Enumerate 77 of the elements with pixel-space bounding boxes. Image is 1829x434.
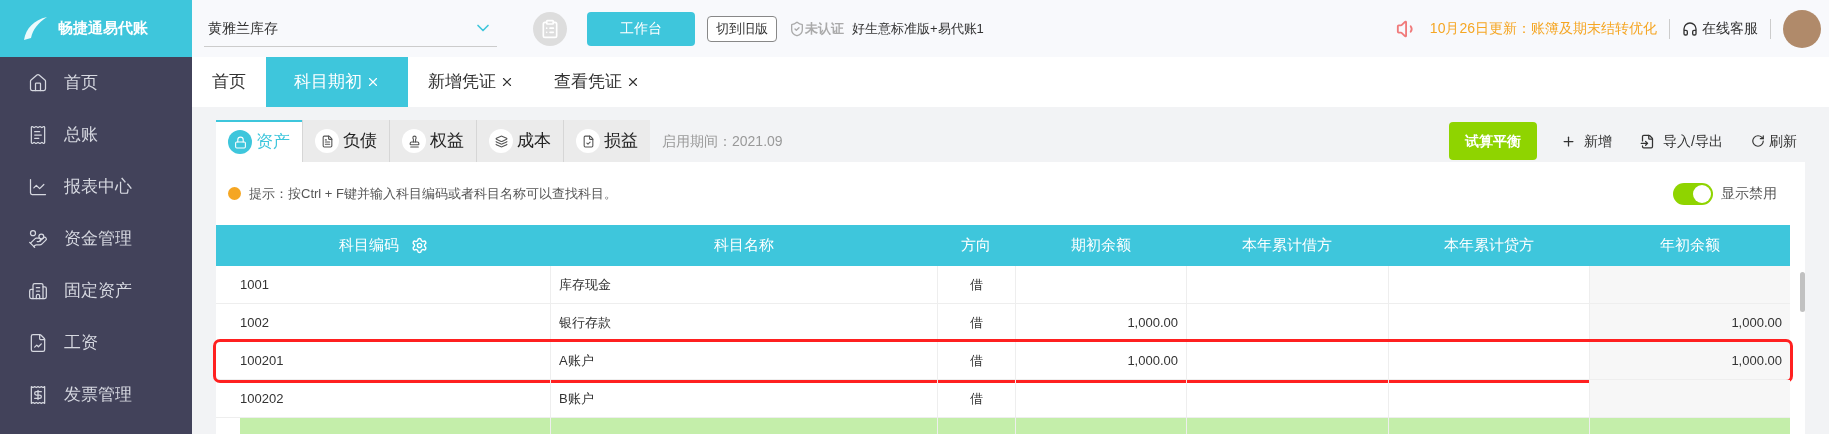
table-cell: 借 xyxy=(937,304,1015,341)
edition-label: 好生意标准版+易代账1 xyxy=(852,19,984,38)
column-header: 年初余额 xyxy=(1658,235,1721,256)
column-header: 方向 xyxy=(960,235,992,256)
column-header: 本年累计贷方 xyxy=(1442,235,1535,256)
table-cell: 借 xyxy=(937,380,1015,417)
settings-icon[interactable] xyxy=(410,237,428,254)
table-cell-text: 100202 xyxy=(239,389,285,408)
certification-status: 未认证 xyxy=(805,19,844,38)
table-cell: 借 xyxy=(937,342,1015,379)
switch-old-version-button[interactable]: 切到旧版 xyxy=(707,15,777,42)
brand-name: 畅捷通易代账 xyxy=(58,18,148,39)
table-row[interactable]: 1001 库存现金 借 xyxy=(216,266,1790,304)
table-row[interactable]: 100201 A账户 借 1,000.00 1,000.00 xyxy=(216,342,1790,380)
ledger-icon xyxy=(28,125,48,145)
sidebar-item[interactable]: 资金管理 xyxy=(0,213,192,265)
table-cell: 1,000.00 xyxy=(1589,342,1790,379)
receipt-icon xyxy=(28,385,48,405)
tab[interactable]: 首页 xyxy=(192,57,266,107)
home-icon xyxy=(28,73,48,93)
table-cell: 库存现金 xyxy=(550,266,937,303)
close-icon[interactable] xyxy=(500,75,514,89)
table-cell-text: 1001 xyxy=(239,275,270,294)
category-tab[interactable]: 损益 xyxy=(563,120,650,162)
sidebar-item[interactable]: 发票管理 xyxy=(0,369,192,421)
chart-document-icon xyxy=(28,333,48,353)
toggle-switch[interactable] xyxy=(1673,182,1713,205)
layers-icon xyxy=(489,129,513,153)
table-cell: B账户 xyxy=(550,380,937,417)
sidebar-item[interactable]: 首页 xyxy=(0,57,192,109)
category-tab[interactable]: 负债 xyxy=(302,120,389,162)
table-cell: 1,000.00 xyxy=(1589,304,1790,341)
table-row[interactable]: 1002 银行存款 借 1,000.00 1,000.00 xyxy=(216,304,1790,342)
table-cell: 1,000.00 xyxy=(1015,304,1186,341)
table-cell: 借 xyxy=(937,266,1015,303)
document-check-icon xyxy=(576,129,600,153)
hint-text: 提示：按Ctrl + F键并输入科目编码或者科目名称可以查找科目。 xyxy=(249,184,617,203)
column-header: 本年累计借方 xyxy=(1241,235,1333,256)
table-cell-text: 100201 xyxy=(239,351,285,370)
company-select[interactable]: 黄雅兰库存 xyxy=(204,10,497,47)
sidebar-item[interactable]: 工资 xyxy=(0,317,192,369)
shield-icon xyxy=(789,20,805,37)
sidebar-item[interactable]: 报表中心 xyxy=(0,161,192,213)
start-period: 启用期间：2021.09 xyxy=(662,131,783,151)
column-header: 期初余额 xyxy=(1069,235,1132,256)
avatar[interactable] xyxy=(1783,9,1821,48)
sidebar-item[interactable]: 总账 xyxy=(0,109,192,161)
warning-icon xyxy=(228,187,241,200)
table-cell-text: 1002 xyxy=(239,313,270,332)
building-icon xyxy=(28,281,48,301)
table-cell: 1,000.00 xyxy=(1015,342,1186,379)
money-bag-icon xyxy=(28,229,48,249)
lock-icon xyxy=(228,130,252,154)
refresh-button[interactable]: 刷新 xyxy=(1751,130,1797,152)
refresh-icon xyxy=(1751,134,1765,148)
toggle-label: 显示禁用 xyxy=(1721,184,1777,203)
add-button[interactable]: 新增 xyxy=(1561,130,1613,152)
online-support-link[interactable]: 在线客服 xyxy=(1702,18,1758,39)
chart-icon xyxy=(28,177,48,197)
category-tab[interactable]: 权益 xyxy=(389,120,476,162)
column-header: 科目编码 xyxy=(216,225,550,266)
file-import-icon xyxy=(1640,133,1656,149)
stamp-icon xyxy=(402,129,426,153)
plus-icon xyxy=(1561,133,1577,149)
category-tab[interactable]: 成本 xyxy=(476,120,563,162)
document-icon xyxy=(315,129,339,153)
clipboard-icon[interactable] xyxy=(533,11,567,46)
tab[interactable]: 新增凭证 xyxy=(408,57,534,107)
headset-icon xyxy=(1682,20,1698,37)
close-icon[interactable] xyxy=(626,75,640,89)
column-header: 科目名称 xyxy=(712,235,775,256)
import-export-button[interactable]: 导入/导出 xyxy=(1640,130,1723,152)
scrollbar[interactable] xyxy=(1800,272,1805,312)
tab[interactable]: 查看凭证 xyxy=(534,57,660,107)
table-cell: A账户 xyxy=(550,342,937,379)
sidebar-item[interactable]: 固定资产 xyxy=(0,265,192,317)
table-cell: 银行存款 xyxy=(550,304,937,341)
